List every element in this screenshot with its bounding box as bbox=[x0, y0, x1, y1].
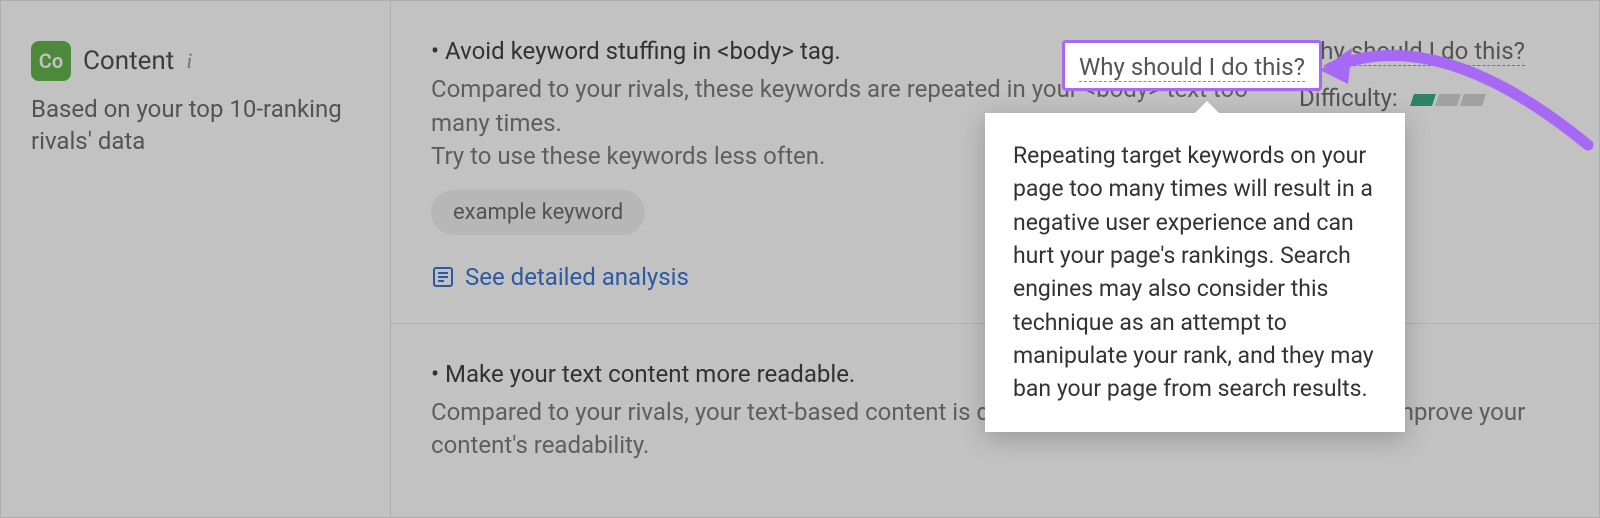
section-header: Co Content i bbox=[31, 41, 360, 81]
difficulty-label: Difficulty: bbox=[1299, 84, 1559, 112]
section-title: Content bbox=[83, 46, 174, 76]
why-tooltip: Repeating target keywords on your page t… bbox=[985, 113, 1405, 432]
report-icon bbox=[431, 265, 455, 289]
why-link-highlight: Why should I do this? bbox=[1062, 40, 1322, 91]
section-subtitle: Based on your top 10-ranking rivals' dat… bbox=[31, 93, 360, 158]
info-icon[interactable]: i bbox=[186, 48, 192, 74]
why-link[interactable]: Why should I do this? bbox=[1299, 37, 1525, 66]
why-link[interactable]: Why should I do this? bbox=[1079, 53, 1305, 82]
keyword-chip[interactable]: example keyword bbox=[431, 190, 645, 235]
difficulty-indicator bbox=[1412, 94, 1484, 106]
content-badge: Co bbox=[31, 41, 71, 81]
detailed-analysis-label: See detailed analysis bbox=[465, 263, 689, 291]
detailed-analysis-link[interactable]: See detailed analysis bbox=[431, 263, 689, 291]
